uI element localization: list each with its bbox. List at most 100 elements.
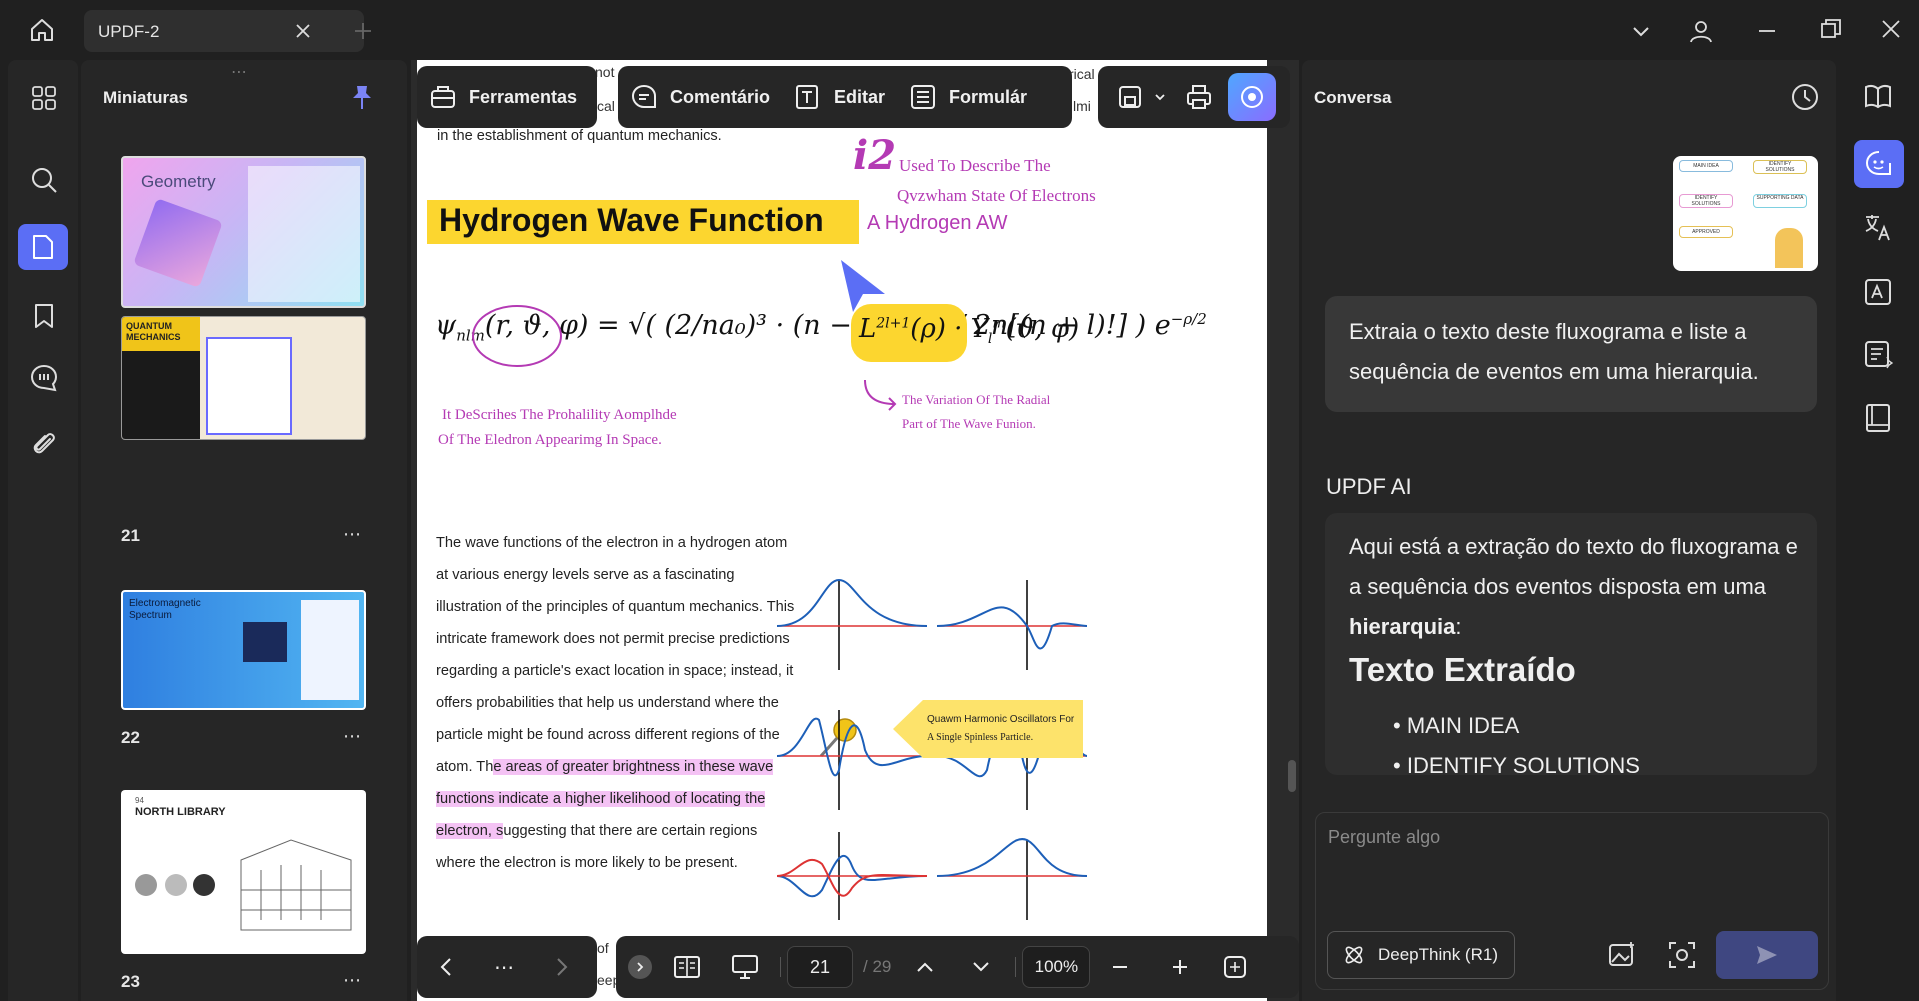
toolbox-icon xyxy=(431,86,455,108)
thumbnails-icon[interactable] xyxy=(18,224,68,270)
sticky-note-text[interactable]: Quawm Harmonic Oscillators For xyxy=(927,714,1074,725)
top-text-line: in the establishment of quantum mechanic… xyxy=(437,128,722,144)
text-fragment: not xyxy=(595,64,615,80)
previous-icon[interactable] xyxy=(417,942,475,992)
print-icon[interactable] xyxy=(1174,75,1224,119)
ocr-translate-icon[interactable] xyxy=(1856,270,1900,314)
ai-list-item: • IDENTIFY SOLUTIONS xyxy=(1393,753,1640,775)
panel-title: Miniaturas xyxy=(103,88,189,107)
zoom-input[interactable]: 100% xyxy=(1022,946,1091,988)
send-button[interactable] xyxy=(1716,931,1818,979)
reading-mode-icon[interactable] xyxy=(658,942,716,992)
page-up-icon[interactable] xyxy=(897,942,953,992)
quick-actions-toolbar xyxy=(1098,66,1290,128)
thumbnail-page-23[interactable]: 94 NORTH LIBRARY xyxy=(121,790,366,954)
ai-chat-icon[interactable] xyxy=(1854,140,1904,188)
resize-handle[interactable]: ⋯ xyxy=(231,62,249,82)
sticky-note-shape xyxy=(893,700,1083,758)
close-window-icon[interactable] xyxy=(1876,14,1906,44)
atom-icon xyxy=(1345,946,1363,964)
thumbnail-page-20[interactable]: Geometry xyxy=(121,156,366,308)
next-icon[interactable] xyxy=(533,942,591,992)
thumbnail-graphic xyxy=(193,874,215,896)
pdf-page[interactable]: not cal rical lmi of eep in the establis… xyxy=(417,60,1267,1001)
annotation-text[interactable]: Used To Describe The xyxy=(899,156,1051,176)
save-icon[interactable] xyxy=(1108,75,1152,119)
restore-icon[interactable] xyxy=(1816,14,1846,44)
view-toolbar: 21 / 29 100% xyxy=(616,936,1299,998)
search-icon[interactable] xyxy=(24,160,64,200)
minimize-icon[interactable] xyxy=(1752,16,1782,46)
organize-pages-icon[interactable] xyxy=(24,78,64,118)
annotation-text[interactable]: Of The Eledron Appearimg In Space. xyxy=(438,432,662,449)
translate-icon[interactable] xyxy=(1856,206,1900,250)
annotation-text[interactable]: A Hydrogen AW xyxy=(867,212,1007,235)
thumbnail-page-21[interactable]: QUANTUM MECHANICS xyxy=(121,316,366,440)
chat-input-box: Pergunte algo DeepThink (R1) xyxy=(1315,812,1829,990)
reader-icon[interactable] xyxy=(1856,76,1900,116)
ai-list-item-text: IDENTIFY SOLUTIONS xyxy=(1406,753,1640,775)
deepthink-toggle[interactable]: DeepThink (R1) xyxy=(1327,931,1515,979)
circle-annotation[interactable] xyxy=(467,296,567,374)
page-options-icon[interactable]: ⋯ xyxy=(343,524,361,545)
forms-label: Formulár xyxy=(949,86,1028,107)
book-icon[interactable] xyxy=(1856,396,1900,440)
annotation-text[interactable]: Part of The Wave Funion. xyxy=(902,416,1036,432)
screenshot-icon[interactable] xyxy=(1662,935,1702,975)
summarize-icon[interactable] xyxy=(1856,332,1900,376)
thumbnail-heading: QUANTUM MECHANICS xyxy=(126,321,181,342)
annotation-i2[interactable]: i2 xyxy=(853,132,896,179)
sticky-note-text[interactable]: A Single Spinless Particle. xyxy=(927,732,1033,743)
presentation-icon[interactable] xyxy=(716,942,774,992)
page-down-icon[interactable] xyxy=(953,942,1009,992)
thumbnail-page-22[interactable]: Electromagnetic Spectrum xyxy=(121,590,366,710)
image-upload-icon[interactable] xyxy=(1602,935,1642,975)
history-icon[interactable] xyxy=(1788,80,1822,114)
page-options-icon[interactable]: ⋯ xyxy=(343,970,361,991)
expand-icon[interactable] xyxy=(628,955,652,979)
new-tab-icon[interactable] xyxy=(350,18,376,44)
attached-image-thumbnail[interactable]: MAIN IDEA IDENTIFY SOLUTIONS IDENTIFY SO… xyxy=(1673,156,1818,271)
more-icon[interactable]: ⋯ xyxy=(475,942,533,992)
thumbnail-page-label: 94 xyxy=(135,796,144,805)
home-icon[interactable] xyxy=(22,12,62,48)
thumbnail-graphic xyxy=(133,198,223,288)
chevron-down-icon[interactable] xyxy=(1626,16,1656,46)
edit-button[interactable]: Editar xyxy=(782,83,897,111)
page-options-icon[interactable]: ⋯ xyxy=(343,726,361,747)
arrow-annotation[interactable] xyxy=(861,378,901,414)
page-number-input[interactable]: 21 xyxy=(787,946,853,988)
flowchart-node: SUPPORTING DATA xyxy=(1753,194,1807,208)
account-icon[interactable] xyxy=(1684,14,1718,48)
ai-assistant-icon[interactable] xyxy=(1228,73,1276,121)
zoom-in-icon[interactable] xyxy=(1150,942,1210,992)
right-tool-rail xyxy=(1840,60,1919,1001)
comment-icon xyxy=(631,84,656,108)
comments-icon[interactable] xyxy=(24,358,64,398)
attachment-icon[interactable] xyxy=(24,424,64,464)
body-text: The wave functions of the electron in a … xyxy=(436,535,795,775)
fit-page-icon[interactable] xyxy=(1210,942,1260,992)
close-tab-icon[interactable] xyxy=(290,18,316,44)
pin-icon[interactable] xyxy=(347,82,377,112)
user-message-bubble: Extraia o texto deste fluxograma e liste… xyxy=(1325,296,1817,412)
forms-button[interactable]: Formulár xyxy=(897,83,1039,111)
ai-list-item: • MAIN IDEA xyxy=(1393,713,1520,738)
tools-button[interactable]: Ferramentas xyxy=(417,83,589,111)
tools-toolbar: Ferramentas xyxy=(417,66,597,128)
bookmark-icon[interactable] xyxy=(24,296,64,336)
thumbnail-text-block xyxy=(248,166,360,302)
zoom-out-icon[interactable] xyxy=(1090,942,1150,992)
chat-input-field[interactable]: Pergunte algo xyxy=(1328,827,1440,848)
annotation-text[interactable]: The Variation Of The Radial xyxy=(902,392,1050,408)
vertical-scrollbar[interactable] xyxy=(1288,760,1296,792)
laguerre-term: L2l+1(ρ) · Ylm(ϑ, φ) xyxy=(859,314,1080,348)
thumbnail-heading: NORTH LIBRARY xyxy=(135,806,226,818)
annotation-text[interactable]: Qvzwham State Of Electrons xyxy=(897,186,1096,206)
comment-button[interactable]: Comentário xyxy=(618,83,782,111)
save-options-chevron-icon[interactable] xyxy=(1152,75,1168,119)
document-tab[interactable]: UPDF-2 xyxy=(84,10,364,52)
mode-toolbar: Comentário Editar Formulár xyxy=(618,66,1072,128)
annotation-text[interactable]: It DeScrihes The Prohalility Aomplhde xyxy=(442,407,677,424)
thumbnail-page-number: 22 xyxy=(121,728,140,747)
